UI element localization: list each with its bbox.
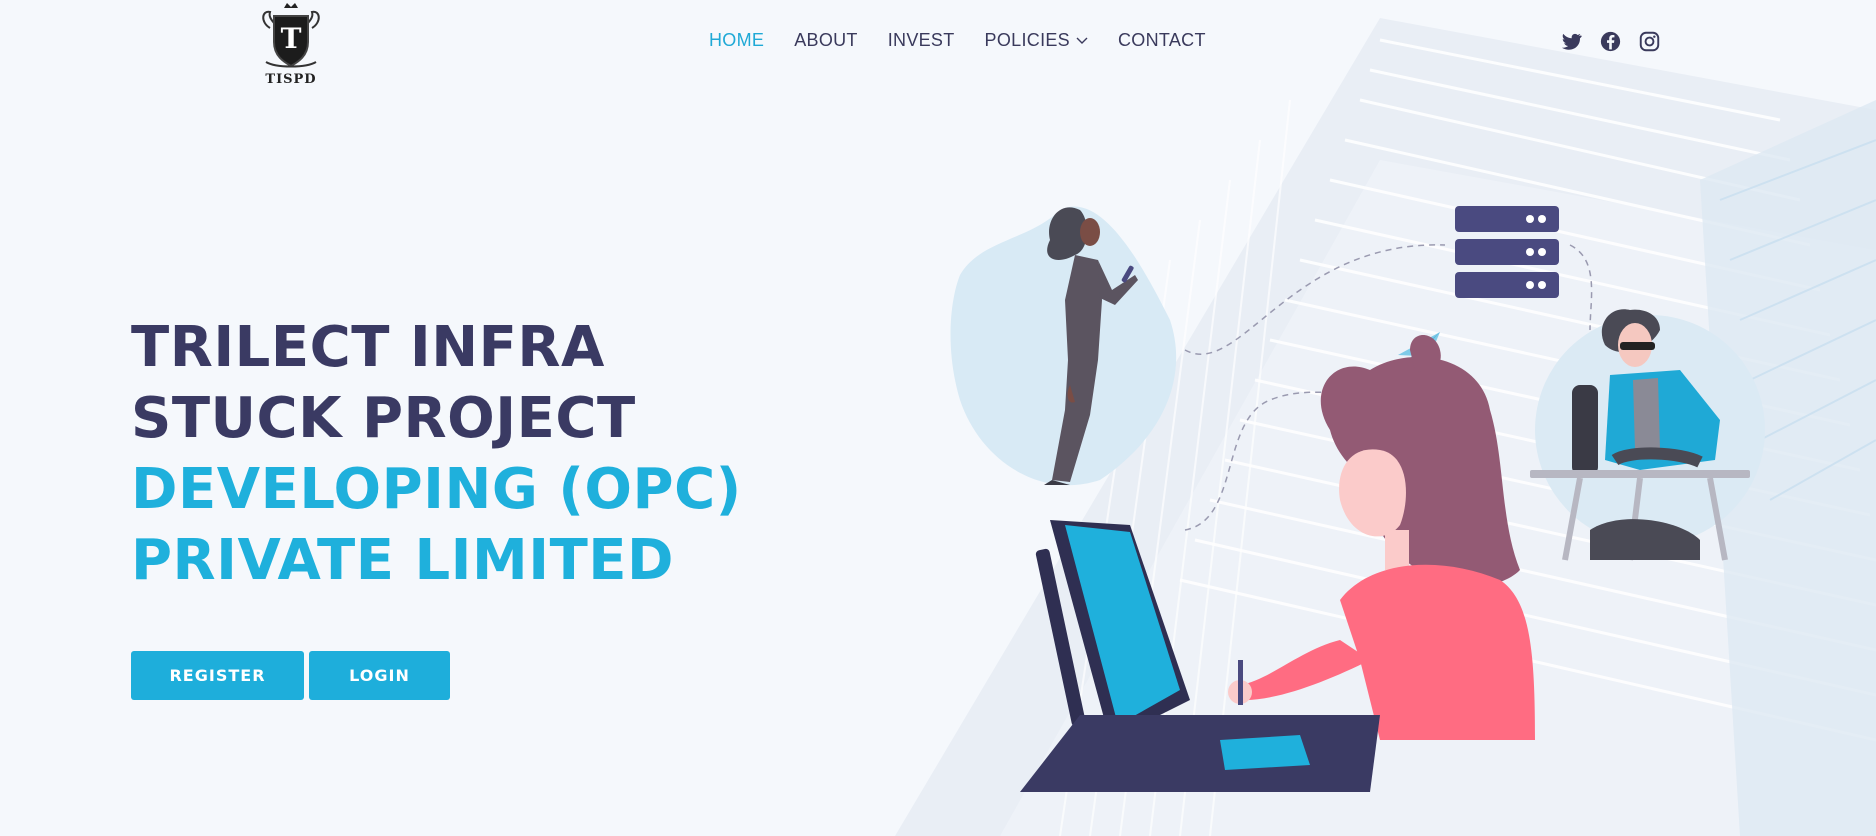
nav-policies[interactable]: POLICIES bbox=[985, 30, 1088, 51]
nav-home[interactable]: HOME bbox=[709, 30, 764, 51]
logo-text: TISPD bbox=[265, 72, 317, 87]
twitter-icon[interactable] bbox=[1561, 31, 1582, 52]
register-button[interactable]: REGISTER bbox=[131, 651, 304, 700]
site-logo[interactable]: T TISPD bbox=[256, 2, 326, 88]
tablet-pad bbox=[1220, 735, 1310, 770]
woman-at-computer-figure bbox=[1228, 335, 1535, 740]
hero-line-3: DEVELOPING (OPC) bbox=[131, 457, 742, 522]
hero-line-2: STUCK PROJECT bbox=[131, 386, 636, 451]
facebook-icon[interactable] bbox=[1600, 31, 1621, 52]
login-button[interactable]: LOGIN bbox=[309, 651, 450, 700]
shield-crest-logo: T bbox=[262, 3, 320, 68]
desk-surface bbox=[1020, 715, 1380, 792]
hero-line-1: TRILECT INFRA bbox=[131, 315, 605, 380]
nav-invest[interactable]: INVEST bbox=[888, 30, 955, 51]
hero-line-4: PRIVATE LIMITED bbox=[131, 528, 674, 593]
social-links bbox=[1561, 31, 1660, 52]
instagram-icon[interactable] bbox=[1639, 31, 1660, 52]
server-stack-icon bbox=[1455, 206, 1559, 298]
nav-policies-label: POLICIES bbox=[984, 30, 1070, 50]
hero-illustration bbox=[950, 206, 1765, 792]
hero-heading: TRILECT INFRA STUCK PROJECT DEVELOPING (… bbox=[131, 312, 742, 596]
svg-text:T: T bbox=[281, 22, 302, 55]
main-navigation: HOME ABOUT INVEST POLICIES CONTACT bbox=[709, 30, 1236, 51]
nav-contact[interactable]: CONTACT bbox=[1118, 30, 1206, 51]
chevron-down-icon bbox=[1076, 37, 1088, 44]
nav-about[interactable]: ABOUT bbox=[794, 30, 858, 51]
